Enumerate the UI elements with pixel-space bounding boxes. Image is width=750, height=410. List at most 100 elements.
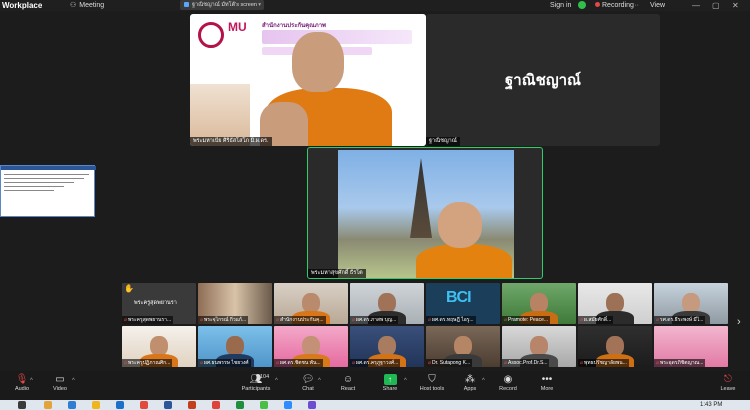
apps-options-caret[interactable]: ^ [482,378,485,384]
shared-document-thumbnail[interactable] [0,165,96,217]
gallery-tile[interactable]: ⌀Dr. Sutapong K... [426,326,500,367]
video-tile-share[interactable]: MU สำนักงานประกันคุณภาพ พระมหาเป้ย ศิริธ… [190,14,426,146]
zoom-icon[interactable] [284,401,292,409]
tile-name-label: พระมหาสุขศักดิ์ ธีรโต [308,269,366,278]
os-taskbar: 1:43 PM [0,400,750,410]
tile-name-text: พระจุไกรณ์ กิ่วแก้... [204,317,247,323]
participants-icon: 👥︎ [249,374,263,385]
face-shape [530,293,548,313]
video-options-caret[interactable]: ^ [72,378,75,384]
tile-name-label: ⌀พุทธปรัชญาลัยพน... [578,359,629,367]
gallery-tile[interactable]: ⌀ผศ.ดร.ภาสพ บุญ... [350,283,424,324]
gallery-tile[interactable]: ⌀พระครูปฏิภาณศิก... [122,326,196,367]
tile-name-text: พระครูสุดพยานรา... [128,317,172,323]
recording-indicator[interactable]: Recording [595,0,634,11]
close-icon[interactable]: ✕ [732,0,739,11]
gallery-tile[interactable]: ⌀พระอุดรภิชิตญาณ... [654,326,728,367]
gallery-strip: ✋ พระครูสุดพยานรา ⌀พระครูสุดพยานรา... ⌀พ… [122,283,728,371]
meeting-icon: ⚇ [70,2,77,9]
outlook-icon[interactable] [116,401,124,409]
leave-door-icon: ⎋ [724,374,732,385]
word-icon[interactable] [164,401,172,409]
tile-name-label: ⌀ผศ.ธนพรรษ ไชยวงศ์ [198,359,251,367]
view-menu[interactable]: View [650,0,665,11]
tile-name-label: ⌀ผศ.ดร.ครุภูฐาวงศ์... [350,359,401,367]
screen-share-indicator[interactable]: ฐาณิชญาณ์ มัทโต้'s screen ▾ [180,0,264,10]
gallery-tile[interactable]: ⌀รศ.ดร.ธีระพงษ์ มีไ... [654,283,728,324]
edge-icon[interactable] [68,401,76,409]
chat-label: Chat [302,386,314,392]
leave-button[interactable]: ⎋ Leave [706,373,750,392]
audio-label: Audio [14,386,30,392]
share-options-caret[interactable]: ^ [404,378,407,384]
video-button[interactable]: ▭ Video [38,373,82,392]
gallery-tile[interactable]: ✋ พระครูสุดพยานรา ⌀พระครูสุดพยานรา... [122,283,196,324]
more-options-icon[interactable]: ··· [632,0,639,11]
gallery-tile[interactable]: ⌀ผศ.ดร.ครุภูฐาวงศ์... [350,326,424,367]
video-tile-active-speaker[interactable]: พระมหาสุขศักดิ์ ธีรโต [307,147,543,279]
participants-button[interactable]: 👥︎ 104 Participants [234,373,278,392]
gallery-tile[interactable]: ⌀สำนักงานประกันคุ... [274,283,348,324]
react-button[interactable]: ☺︎ React [326,373,370,392]
chrome-icon[interactable] [140,401,148,409]
more-dots-icon: ••• [541,374,553,385]
tile-name-label: พระมหาเป้ย ศิริธัสโสโภ มิ.ผ.ดร. [190,137,272,146]
gallery-tile[interactable]: ⌀ผศ.ธนพรรษ ไชยวงศ์ [198,326,272,367]
apps-label: Apps [463,386,477,392]
tile-name-text: ผศ.ดร.ทฤษฎี ไอรู... [432,317,474,323]
mic-muted-icon: ⌀ [580,317,584,323]
tile-name-text: สำนักงานประกันคุ... [280,317,324,323]
security-shield-icon[interactable] [578,1,586,9]
mic-muted-icon: ⌀ [580,360,584,366]
taskbar-clock: 1:43 PM [700,402,723,408]
chat-options-caret[interactable]: ^ [318,378,321,384]
maximize-icon[interactable]: ▢ [712,0,720,11]
zoom-window: Workplace ⚇ Meeting ฐาณิชญาณ์ มัทโต้'s sc… [0,0,750,410]
participant-video [260,26,392,146]
meeting-menu[interactable]: ⚇ Meeting [70,0,104,11]
meeting-label: Meeting [79,2,105,9]
audio-options-caret[interactable]: ^ [30,378,33,384]
minimize-icon[interactable]: — [692,0,700,11]
record-button[interactable]: ◉ Record [486,373,530,392]
virtual-background [338,150,514,278]
doc-text-line [4,182,74,183]
doc-text-line [4,190,54,191]
gallery-tile[interactable]: ⌀พุทธปรัชญาลัยพน... [578,326,652,367]
mic-muted-icon: ⌀ [124,360,128,366]
tile-name-label: ⌀สำนักงานประกันคุ... [274,316,326,324]
video-tile-name-only[interactable]: ฐาณิชญาณ์ ฐาณิชญาณ์ [426,14,660,146]
line-icon[interactable] [260,401,268,409]
gallery-tile[interactable]: ⌀Pramote: Peace... [502,283,576,324]
gallery-tile[interactable]: ⌀ผศ.ดร.ชิตชน พัน... [274,326,348,367]
mic-muted-icon: ⌀ [428,360,432,366]
participants-options-caret[interactable]: ^ [275,378,278,384]
head-shape [438,202,482,248]
teams-icon[interactable] [308,401,316,409]
mic-muted-icon: ⌀ [504,317,508,323]
chat-button[interactable]: 💬︎ Chat [286,373,330,392]
share-screen-icon [184,2,189,7]
gallery-next-arrow-icon[interactable]: › [737,316,741,328]
start-icon[interactable] [18,401,26,409]
tile-name-text: ผศ.ดร.ครุภูฐาวงศ์... [356,360,399,366]
file-explorer-icon[interactable] [44,401,52,409]
sign-in-link[interactable]: Sign in [550,0,571,11]
face-shape [226,336,244,356]
gallery-tile[interactable]: ⌀Assoc.Prof.Dr.S... [502,326,576,367]
head-shape [292,32,344,92]
participant-display-name: ฐาณิชญาณ์ [505,72,581,89]
mic-muted-icon: ⌀ [352,360,356,366]
mic-muted-icon: ⌀ [428,317,432,323]
gallery-tile[interactable]: ⌀ผ.สมัยศักดิ์... [578,283,652,324]
slide-logo-text: MU [228,20,247,34]
excel-icon[interactable] [236,401,244,409]
folder-icon[interactable] [92,401,100,409]
app-name: Workplace [2,1,43,10]
app-icon[interactable] [212,401,220,409]
powerpoint-icon[interactable] [188,401,196,409]
gallery-tile[interactable]: BCI ⌀ผศ.ดร.ทฤษฎี ไอรู... [426,283,500,324]
more-button[interactable]: ••• More [525,373,569,392]
tile-name-text: Dr. Sutapong K... [432,360,471,366]
gallery-tile[interactable]: ⌀พระจุไกรณ์ กิ่วแก้... [198,283,272,324]
